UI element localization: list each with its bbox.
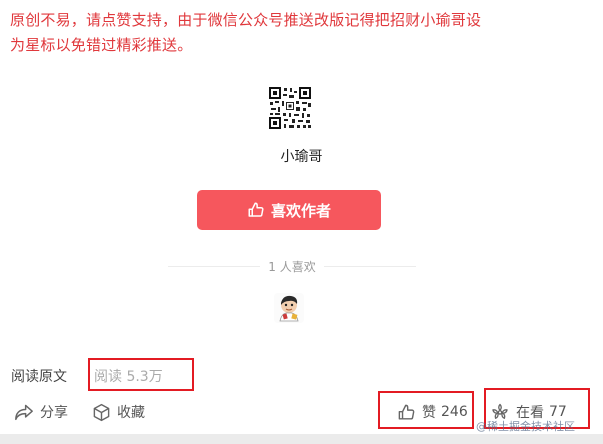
share-arrow-icon <box>14 403 34 421</box>
read-original-link[interactable]: 阅读原文 <box>11 366 67 386</box>
bottom-separator-bar <box>0 434 603 444</box>
notice-text: 原创不易，请点赞支持，由于微信公众号推送改版记得把招财小瑜哥设 为星标以免错过精… <box>10 8 600 58</box>
thumbs-up-icon <box>247 201 265 219</box>
divider-line-right <box>323 265 417 267</box>
like-button[interactable]: 赞 246 <box>397 402 468 422</box>
like-author-label: 喜欢作者 <box>270 201 331 220</box>
like-count: 246 <box>441 404 468 420</box>
likers-count-text: 1 人喜欢 <box>268 259 316 274</box>
favorite-button[interactable]: 收藏 <box>92 402 145 422</box>
share-button[interactable]: 分享 <box>14 402 68 422</box>
thumbs-up-icon <box>397 403 416 422</box>
notice-line-1: 原创不易，请点赞支持，由于微信公众号推送改版记得把招财小瑜哥设 <box>10 11 482 29</box>
liker-avatar[interactable] <box>274 293 304 323</box>
favorite-label: 收藏 <box>117 405 145 421</box>
annotation-box-read-count <box>88 358 194 391</box>
likers-divider: 1 人喜欢 <box>168 256 417 276</box>
share-label: 分享 <box>40 405 68 421</box>
notice-line-2: 为星标以免错过精彩推送。 <box>10 36 193 54</box>
qr-code-icon <box>268 86 312 130</box>
cube-icon <box>92 403 111 422</box>
like-author-button[interactable]: 喜欢作者 <box>197 190 381 230</box>
watermark: @稀土掘金技术社区 <box>476 420 575 433</box>
author-name: 小瑜哥 <box>280 149 323 165</box>
like-label: 赞 <box>422 405 436 421</box>
divider-line-left <box>168 265 261 267</box>
